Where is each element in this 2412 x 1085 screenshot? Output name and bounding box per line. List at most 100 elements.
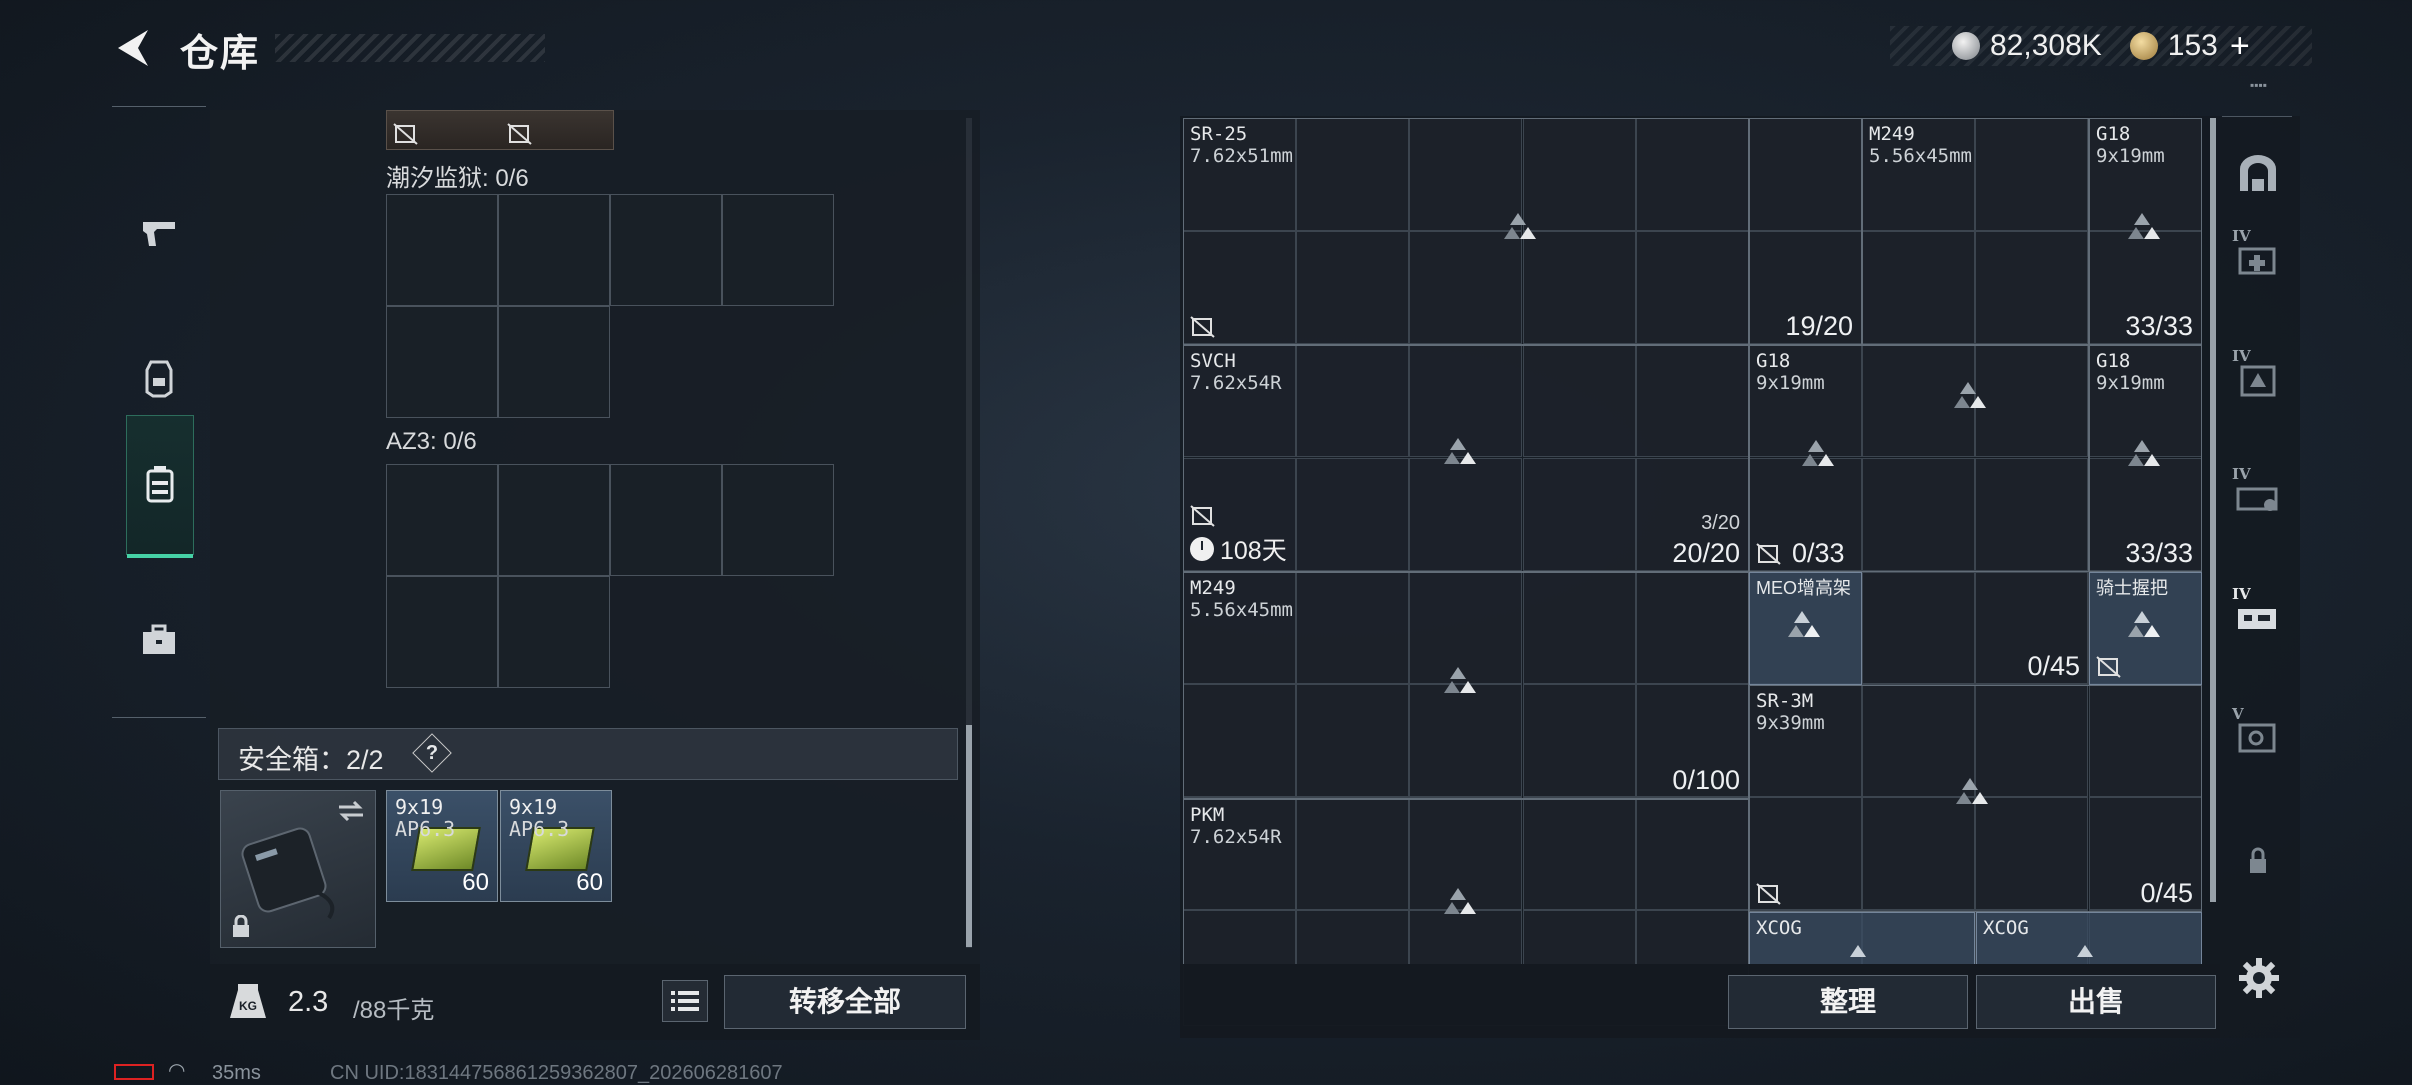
- tab-vault[interactable]: [2230, 147, 2286, 203]
- expiry-days: 108天: [1220, 537, 1287, 565]
- help-icon: ?: [425, 742, 439, 764]
- add-currency-button[interactable]: +: [2230, 27, 2250, 66]
- item-name: SVCH: [1190, 350, 1236, 372]
- item-name: M249: [1869, 123, 1915, 145]
- tab-level: IV: [2232, 227, 2251, 245]
- attachment-item[interactable]: XCOG: [1976, 912, 2202, 964]
- attachment-item[interactable]: 骑士握把: [2089, 572, 2202, 685]
- vault-icon: [2240, 155, 2276, 191]
- ammo-quantity: 60: [462, 869, 489, 896]
- no-backpack-icon: [1756, 883, 1781, 905]
- no-backpack-icon: [507, 123, 532, 145]
- warehouse-item[interactable]: 19/20: [1749, 118, 1862, 345]
- gold-coin-icon: [2129, 32, 2158, 60]
- attachment-item[interactable]: MEO增高架: [1749, 572, 1862, 685]
- item-caliber: 9x39mm: [1756, 712, 1825, 734]
- user-uid: CN UID:1831447568612593628​07_2026062816…: [330, 1062, 783, 1084]
- grid-slot[interactable]: [498, 464, 610, 576]
- empty-slot[interactable]: 0/45: [1862, 572, 2089, 685]
- warehouse-item[interactable]: SR-3M 9x39mm 0/45: [1749, 685, 2202, 912]
- placeholder-image-icon: [1954, 382, 1986, 408]
- ammo-caliber: 9x19: [395, 795, 444, 819]
- tab-ammo-case[interactable]: IV: [2230, 465, 2286, 523]
- grid-slot[interactable]: [498, 306, 610, 418]
- tab-medical-case[interactable]: IV: [2230, 227, 2286, 285]
- grid-slot[interactable]: [386, 306, 498, 418]
- sort-button[interactable]: 整理: [1728, 975, 1968, 1029]
- no-backpack-icon: [393, 123, 418, 145]
- lock-icon: [233, 915, 249, 937]
- item-count: 20/20: [1672, 538, 1740, 568]
- weight-max: /88千克: [353, 997, 435, 1024]
- toolbox-icon: [143, 624, 175, 654]
- item-name: XCOG: [1756, 917, 1802, 939]
- pistol-icon: [141, 222, 175, 246]
- item-name: M249: [1190, 577, 1236, 599]
- warehouse-item[interactable]: G18 9x19mm 33/33: [2089, 345, 2202, 572]
- tab-weapon-case[interactable]: IV: [2230, 347, 2286, 405]
- attachment-item[interactable]: XCOG: [1749, 912, 1975, 964]
- safe-box-label: 安全箱：2/2: [238, 745, 384, 775]
- item-name: 骑士握把: [2096, 578, 2168, 598]
- grid-slot[interactable]: [386, 194, 498, 306]
- item-name: PKM: [1190, 804, 1225, 826]
- expiry-timer: 108天: [1190, 531, 1287, 567]
- back-button[interactable]: [112, 26, 156, 70]
- item-name: G18: [2096, 350, 2131, 372]
- placeholder-image-icon: [1850, 945, 1866, 957]
- item-count: 33/33: [2125, 538, 2193, 568]
- grid-slot[interactable]: [722, 464, 834, 576]
- safe-case-image: [241, 827, 335, 920]
- item-caliber: 9x19mm: [2096, 145, 2165, 167]
- grid-slot[interactable]: [386, 464, 498, 576]
- item-count: 0/100: [1672, 765, 1740, 795]
- tab-tool-case[interactable]: IV: [2230, 585, 2286, 643]
- container-label: 潮汐监狱: 0/6: [386, 165, 529, 192]
- grid-slot[interactable]: [386, 576, 498, 688]
- transfer-all-button[interactable]: 转移全部: [724, 975, 966, 1029]
- container-item-partial[interactable]: [386, 110, 614, 150]
- tab-locked[interactable]: [2230, 831, 2286, 887]
- grid-slot[interactable]: [498, 194, 610, 306]
- warehouse-item[interactable]: SR-25 7.62x51mm: [1183, 118, 1749, 345]
- item-caliber: 7.62x54R: [1190, 372, 1282, 394]
- ammo-name: AP6.3: [395, 817, 456, 841]
- grid-slot[interactable]: [498, 576, 610, 688]
- warehouse-item[interactable]: G18 9x19mm 0/33: [1749, 345, 2089, 572]
- item-name: G18: [2096, 123, 2131, 145]
- placeholder-image-icon: [2128, 440, 2160, 466]
- right-scrollbar[interactable]: [2210, 118, 2216, 902]
- gold-amount: 153: [2167, 29, 2218, 62]
- safe-box-container[interactable]: [220, 790, 376, 948]
- tab-safe-box[interactable]: V: [2230, 705, 2286, 763]
- settings-gear-icon[interactable]: [2237, 956, 2281, 1000]
- sell-button[interactable]: 出售: [1976, 975, 2216, 1029]
- warehouse-item[interactable]: G18 9x19mm 33/33: [2089, 118, 2202, 345]
- grid-slot[interactable]: [610, 194, 722, 306]
- weight-current: 2.3: [288, 986, 329, 1018]
- tab-weapons[interactable]: [126, 169, 192, 295]
- warehouse-item[interactable]: M249 5.56x45mm 0/100: [1183, 572, 1749, 799]
- left-scrollbar-thumb[interactable]: [966, 725, 972, 947]
- tab-toolbox[interactable]: [126, 577, 192, 703]
- no-backpack-icon: [2096, 656, 2121, 678]
- item-name: G18: [1756, 350, 1791, 372]
- ammo-item[interactable]: 9x19 AP6.3 60: [386, 790, 498, 902]
- tab-level: IV: [2232, 347, 2251, 365]
- grid-slot[interactable]: [610, 464, 722, 576]
- item-caliber: 5.56x45mm: [1190, 599, 1293, 621]
- ammo-item[interactable]: 9x19 AP6.3 60: [500, 790, 612, 902]
- list-icon: [671, 991, 699, 1011]
- tab-level: V: [2232, 705, 2244, 723]
- placeholder-image-icon: [2128, 611, 2160, 637]
- item-caliber: 9x19mm: [2096, 372, 2165, 394]
- locked-icon: [2250, 847, 2266, 873]
- list-view-button[interactable]: [662, 980, 708, 1022]
- warehouse-item[interactable]: M249 5.56x45mm: [1862, 118, 2089, 345]
- page-title: 仓库: [180, 33, 261, 75]
- tab-backpack[interactable]: [126, 415, 194, 558]
- placeholder-image-icon: [1802, 440, 1834, 466]
- swap-icon[interactable]: [337, 799, 365, 823]
- grid-slot[interactable]: [722, 194, 834, 306]
- warehouse-item[interactable]: SVCH 7.62x54R 108天 3/20 20/20: [1183, 345, 1749, 572]
